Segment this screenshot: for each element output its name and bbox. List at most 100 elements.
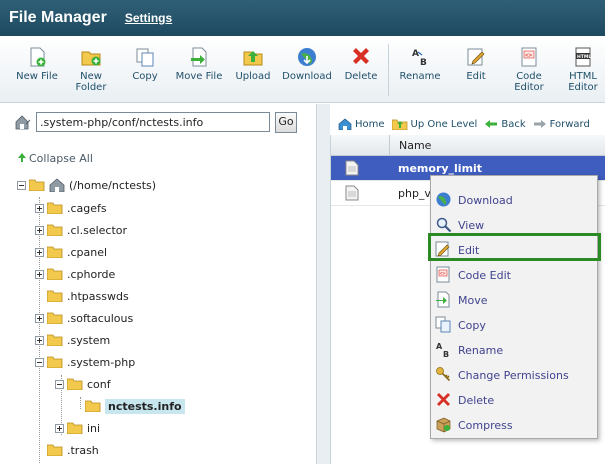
tree-item[interactable]: .system — [35, 330, 110, 350]
expand-toggle[interactable] — [35, 313, 44, 323]
context-menu-download[interactable]: Download — [431, 188, 597, 212]
tree-item[interactable]: .cphorde — [35, 264, 115, 284]
view-icon — [436, 217, 452, 233]
collapse-toggle[interactable] — [55, 379, 64, 389]
context-menu-copy[interactable]: Copy — [431, 313, 597, 337]
home-button[interactable]: Home — [338, 118, 385, 130]
tree-root[interactable]: (/home/nctests) — [17, 175, 156, 195]
context-menu-move[interactable]: Move — [431, 288, 597, 312]
tree-item[interactable]: conf — [55, 374, 111, 394]
file-icon — [345, 160, 359, 176]
html-editor-button[interactable]: HTML HTML Editor — [563, 46, 603, 93]
up-one-level-button[interactable]: Up One Level — [391, 118, 477, 130]
folder-tree: Collapse All (/home/nctests) .cagefs .cl… — [0, 139, 316, 464]
move-file-icon — [191, 47, 207, 67]
expand-toggle[interactable] — [35, 203, 44, 213]
go-button[interactable]: Go — [275, 112, 297, 133]
home-path-icon — [15, 115, 31, 130]
back-button[interactable]: Back — [484, 119, 526, 130]
copy-button[interactable]: Copy — [128, 46, 162, 82]
code-editor-button[interactable]: <> Code Editor — [509, 46, 549, 93]
name-column-header[interactable]: Name — [399, 139, 431, 152]
html-editor-icon: HTML — [575, 47, 591, 67]
folder-open-icon — [47, 356, 63, 368]
tree-item[interactable]: .cpanel — [35, 242, 107, 262]
upload-button[interactable]: Upload — [233, 46, 273, 82]
collapse-toggle[interactable] — [17, 180, 26, 190]
tree-item[interactable]: .softaculous — [35, 308, 133, 328]
delete-button[interactable]: Delete — [342, 46, 380, 82]
file-icon — [345, 185, 359, 201]
context-menu: Download View Edit <> Code Edit Move Cop… — [430, 175, 598, 439]
folder-open-icon — [67, 378, 83, 390]
home-icon — [49, 178, 65, 192]
copy-icon — [435, 316, 451, 333]
pane-splitter[interactable] — [316, 104, 330, 464]
up-folder-icon — [391, 119, 407, 130]
svg-text:HTML: HTML — [577, 54, 591, 60]
tree-item[interactable]: .cl.selector — [35, 220, 127, 240]
tree-item-selected[interactable]: nctests.info — [85, 396, 185, 416]
column-divider[interactable] — [389, 135, 390, 156]
settings-link[interactable]: Settings — [125, 11, 172, 25]
svg-text:<>: <> — [440, 271, 446, 277]
download-button[interactable]: Download — [281, 46, 333, 82]
tree-item[interactable]: .system-php — [35, 352, 135, 372]
delete-icon — [437, 393, 450, 406]
expand-toggle[interactable] — [35, 247, 44, 257]
new-file-button[interactable]: New File — [14, 46, 60, 82]
expand-toggle[interactable] — [35, 269, 44, 279]
expand-toggle[interactable] — [35, 225, 44, 235]
expand-toggle[interactable] — [35, 335, 44, 345]
copy-icon — [136, 48, 154, 67]
move-icon — [436, 291, 450, 308]
back-arrow-icon — [485, 120, 498, 128]
tree-item[interactable]: .htpasswds — [47, 286, 129, 306]
compress-icon — [436, 417, 451, 433]
delete-icon — [353, 48, 369, 64]
collapse-all-button[interactable]: Collapse All — [17, 152, 93, 165]
collapse-toggle[interactable] — [35, 357, 44, 367]
move-file-button[interactable]: Move File — [173, 46, 225, 82]
code-edit-icon: <> — [436, 266, 450, 283]
context-menu-compress[interactable]: Compress — [431, 413, 597, 437]
rename-button[interactable]: AB Rename — [397, 46, 443, 82]
toolbar-separator — [388, 44, 389, 96]
collapse-up-icon — [18, 153, 26, 162]
folder-icon — [47, 312, 63, 324]
forward-arrow-icon — [533, 120, 546, 128]
folder-icon — [47, 334, 63, 346]
folder-icon — [47, 246, 63, 258]
new-folder-icon — [81, 51, 101, 66]
edit-highlight-box — [428, 233, 601, 261]
download-icon — [298, 48, 316, 66]
upload-icon — [243, 51, 263, 66]
context-menu-delete[interactable]: Delete — [431, 388, 597, 412]
path-input[interactable] — [36, 112, 270, 132]
svg-text:<>: <> — [525, 52, 533, 59]
folder-open-icon — [29, 179, 45, 191]
svg-text:B: B — [443, 350, 449, 358]
tree-connector — [80, 397, 81, 409]
top-header: File Manager Settings — [0, 0, 605, 36]
folder-icon — [47, 444, 63, 456]
path-bar: Go — [0, 104, 330, 139]
key-icon — [436, 367, 451, 382]
context-menu-code-edit[interactable]: <> Code Edit — [431, 263, 597, 287]
tree-item[interactable]: .cagefs — [35, 198, 107, 218]
home-icon — [338, 118, 352, 130]
new-folder-button[interactable]: New Folder — [68, 46, 114, 93]
new-file-icon — [30, 47, 46, 67]
folder-icon — [47, 202, 63, 214]
forward-button[interactable]: Forward — [533, 119, 590, 130]
context-menu-change-permissions[interactable]: Change Permissions — [431, 363, 597, 387]
toolbar: New File New Folder Copy Move File Uploa… — [0, 36, 605, 103]
context-menu-rename[interactable]: AB Rename — [431, 338, 597, 362]
edit-button[interactable]: Edit — [459, 46, 493, 82]
edit-icon — [467, 48, 485, 66]
folder-icon — [47, 224, 63, 236]
svg-text:B: B — [420, 58, 427, 68]
tree-item[interactable]: ini — [55, 418, 100, 438]
expand-toggle[interactable] — [55, 423, 64, 433]
tree-item[interactable]: .trash — [47, 440, 99, 460]
